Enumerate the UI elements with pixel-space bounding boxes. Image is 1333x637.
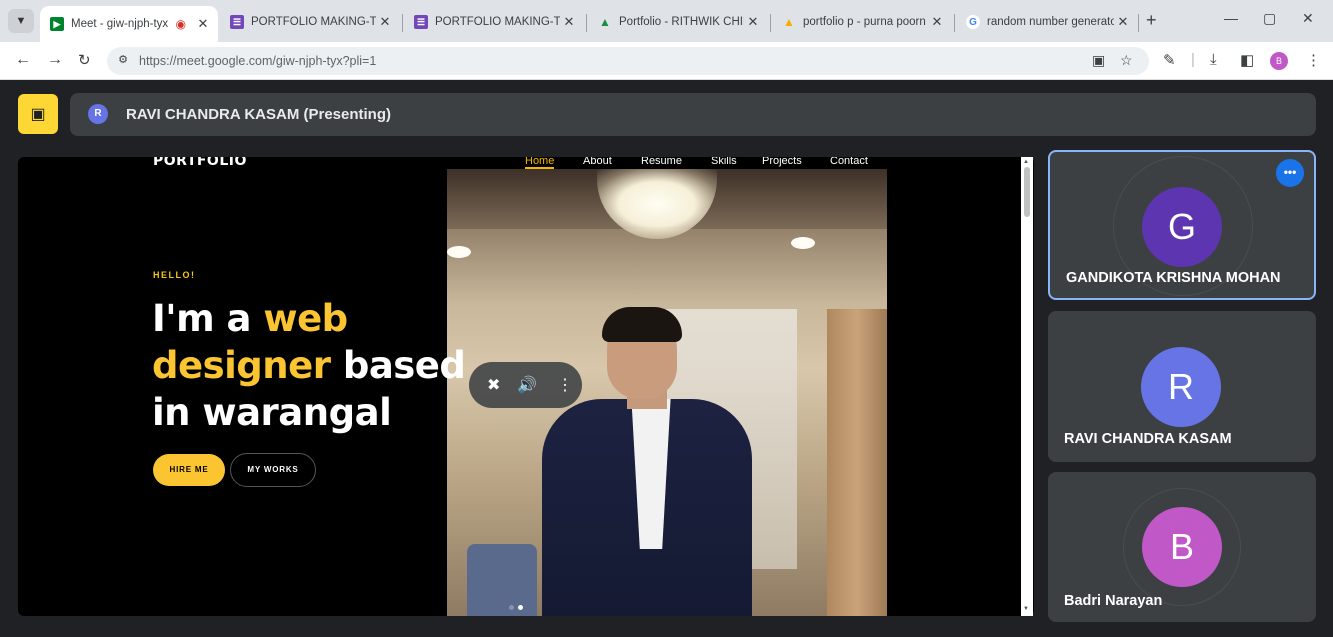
side-panel-icon[interactable]: ◧: [1240, 51, 1254, 69]
tab-portfolio-purna[interactable]: ▲ portfolio p - purna poorn ✕: [772, 6, 952, 38]
maximize-icon[interactable]: ▢: [1263, 10, 1276, 27]
tab-title: PORTFOLIO MAKING-TEC: [435, 16, 560, 28]
close-tab-icon[interactable]: ✕: [194, 16, 212, 32]
shared-screen: PORTFOLIO Home About Resume Skills Proje…: [18, 157, 1034, 616]
extensions-icon[interactable]: ✎: [1163, 51, 1176, 69]
portfolio-logo: PORTFOLIO: [153, 157, 247, 169]
meet-window: ▣ R RAVI CHANDRA KASAM (Presenting) PORT…: [0, 80, 1333, 637]
google-forms-icon: ☰: [414, 15, 428, 29]
photo-bin: [467, 544, 537, 616]
back-arrow-icon[interactable]: ←: [15, 51, 31, 69]
hello-label: HELLO!: [153, 270, 196, 280]
recording-icon: ◉: [175, 17, 186, 31]
shared-screen-scrollbar[interactable]: ▲ ▼: [1021, 157, 1033, 616]
hero-line-3: in warangal: [152, 391, 392, 434]
close-tab-icon[interactable]: ✕: [744, 14, 762, 30]
google-drive-icon: ▲: [599, 15, 611, 29]
site-info-icon[interactable]: ⚙: [115, 53, 131, 69]
tab-divider: [954, 14, 955, 32]
tab-portfolio-making-1[interactable]: ☰ PORTFOLIO MAKING-TEC ✕: [220, 6, 400, 38]
scroll-down-icon[interactable]: ▼: [1023, 606, 1029, 612]
presenter-avatar: R: [88, 104, 108, 124]
hire-me-button: HIRE ME: [153, 454, 225, 486]
scroll-up-icon[interactable]: ▲: [1023, 159, 1029, 165]
participant-tile-badri[interactable]: B Badri Narayan: [1048, 472, 1316, 622]
close-tab-icon[interactable]: ✕: [560, 14, 578, 30]
speaker-icon[interactable]: 🔊: [517, 375, 537, 395]
participant-name: GANDIKOTA KRISHNA MOHAN: [1066, 270, 1281, 286]
toolbar-divider: |: [1191, 51, 1195, 68]
presentation-overlay-controls: ✖ 🔊 ⋮: [469, 362, 582, 408]
photo-hair: [602, 307, 682, 342]
site-nav-skills: Skills: [711, 157, 737, 167]
tab-portfolio-rithwik[interactable]: ▲ Portfolio - RITHWIK CHIM ✕: [588, 6, 768, 38]
browser-tab-strip: ▼ ▶ Meet - giw-njph-tyx ◉ ✕ ☰ PORTFOLIO …: [0, 0, 1333, 42]
unpin-icon[interactable]: ✖: [487, 375, 500, 395]
photo-pillar: [827, 309, 887, 616]
photo-light: [447, 246, 471, 258]
tab-divider: [770, 14, 771, 32]
tab-divider: [1138, 14, 1139, 32]
hero-line-2: designer based: [152, 344, 466, 387]
my-works-button: MY WORKS: [230, 453, 316, 487]
more-options-icon[interactable]: ⋮: [557, 375, 573, 395]
chevron-down-icon: ▼: [15, 15, 27, 27]
tab-title: random number generato: [987, 16, 1114, 28]
present-screen-icon: ▣: [30, 106, 46, 123]
browser-toolbar: ← → ↻ ⚙ https://meet.google.com/giw-njph…: [0, 42, 1333, 80]
more-menu-icon[interactable]: ⋮: [1306, 51, 1321, 69]
minimize-icon[interactable]: —: [1224, 10, 1238, 26]
forward-arrow-icon[interactable]: →: [47, 51, 63, 69]
tab-divider: [586, 14, 587, 32]
profile-avatar[interactable]: B: [1270, 52, 1288, 70]
tab-divider: [402, 14, 403, 32]
camera-in-use-icon[interactable]: ▣: [1092, 52, 1105, 69]
carousel-dots: [509, 605, 523, 610]
close-tab-icon[interactable]: ✕: [376, 14, 394, 30]
presenter-label: RAVI CHANDRA KASAM (Presenting): [126, 106, 392, 123]
google-meet-icon: ▶: [50, 17, 64, 31]
tab-random-number[interactable]: G random number generato ✕: [956, 6, 1138, 38]
tab-title: Meet - giw-njph-tyx: [71, 18, 169, 30]
hero-line-1: I'm a web: [152, 297, 348, 340]
participant-name: Badri Narayan: [1064, 593, 1163, 609]
presentation-toggle-button[interactable]: ▣: [18, 94, 58, 134]
tab-portfolio-making-2[interactable]: ☰ PORTFOLIO MAKING-TEC ✕: [404, 6, 584, 38]
site-nav-about: About: [583, 157, 612, 167]
tab-meet[interactable]: ▶ Meet - giw-njph-tyx ◉ ✕: [40, 6, 218, 42]
close-tab-icon[interactable]: ✕: [928, 14, 946, 30]
tab-title: PORTFOLIO MAKING-TEC: [251, 16, 376, 28]
google-drive-icon: ▲: [783, 15, 795, 29]
downloads-icon[interactable]: ⤓: [1210, 51, 1217, 68]
participant-tile-gandikota[interactable]: G GANDIKOTA KRISHNA MOHAN •••: [1048, 150, 1316, 300]
google-forms-icon: ☰: [230, 15, 244, 29]
participant-name: RAVI CHANDRA KASAM: [1064, 431, 1232, 447]
photo-light: [791, 237, 815, 249]
bookmark-star-icon[interactable]: ☆: [1120, 52, 1133, 69]
site-nav-home: Home: [525, 157, 555, 169]
close-window-icon[interactable]: ✕: [1302, 10, 1314, 27]
presenter-bar: R RAVI CHANDRA KASAM (Presenting): [70, 93, 1316, 136]
url-text[interactable]: https://meet.google.com/giw-njph-tyx?pli…: [139, 54, 376, 68]
site-nav-contact: Contact: [830, 157, 868, 167]
tab-title: Portfolio - RITHWIK CHIM: [619, 16, 744, 28]
participant-tile-ravi[interactable]: R RAVI CHANDRA KASAM: [1048, 311, 1316, 462]
participant-avatar: B: [1142, 507, 1222, 587]
site-nav-resume: Resume: [641, 157, 682, 167]
tab-title: portfolio p - purna poorn: [803, 16, 926, 28]
participant-avatar: R: [1141, 347, 1221, 427]
scrollbar-thumb[interactable]: [1024, 167, 1030, 217]
tab-search-button[interactable]: ▼: [8, 9, 34, 33]
google-icon: G: [966, 15, 980, 29]
new-tab-button[interactable]: +: [1146, 10, 1157, 31]
participant-avatar: G: [1142, 187, 1222, 267]
address-bar[interactable]: ⚙ https://meet.google.com/giw-njph-tyx?p…: [107, 47, 1149, 75]
reload-icon[interactable]: ↻: [78, 51, 91, 69]
site-nav-projects: Projects: [762, 157, 802, 167]
participant-options-button[interactable]: •••: [1276, 159, 1304, 187]
close-tab-icon[interactable]: ✕: [1114, 14, 1132, 30]
